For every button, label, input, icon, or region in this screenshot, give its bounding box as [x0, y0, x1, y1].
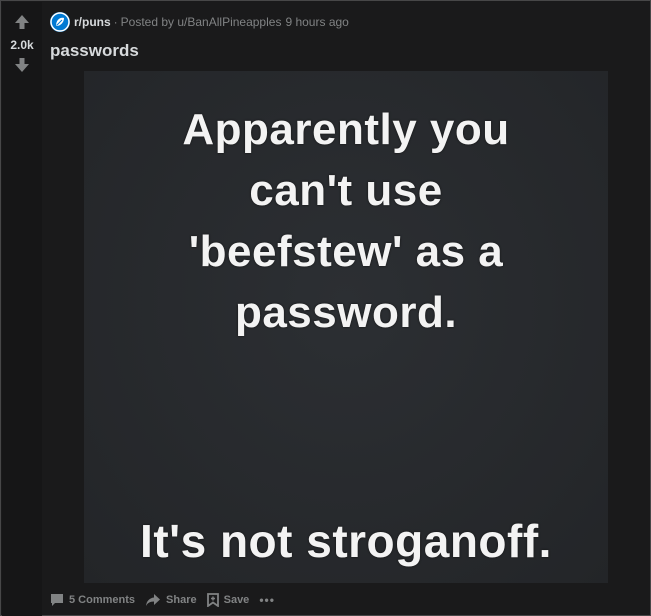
comment-icon [51, 594, 63, 606]
post-image[interactable]: Apparently you can't use 'beefstew' as a… [84, 71, 608, 583]
save-label: Save [223, 594, 250, 606]
posted-by-link[interactable]: Posted by u/BanAllPineapples [121, 15, 282, 29]
more-options-button[interactable]: ••• [259, 593, 275, 607]
meme-line: 'beefstew' as a [188, 227, 504, 276]
meta-separator: · [113, 15, 118, 29]
post-actions: 5 Comments Share Save ••• [50, 589, 285, 611]
post-content: r/puns · Posted by u/BanAllPineapples 9 … [50, 1, 650, 615]
share-icon [146, 594, 161, 606]
arrow-down-icon[interactable] [14, 57, 30, 73]
vote-count: 2.0k [10, 38, 34, 52]
meme-bottom-text: It's not stroganoff. [140, 515, 552, 567]
post-meta: r/puns · Posted by u/BanAllPineapples 9 … [50, 11, 349, 33]
meme-line: Apparently you [182, 105, 510, 154]
vote-column: 2.0k [2, 2, 42, 616]
meme-line: can't use [249, 166, 443, 215]
subreddit-icon[interactable] [50, 12, 70, 32]
comments-label: 5 Comments [69, 594, 136, 606]
more-icon: ••• [259, 593, 275, 607]
save-button[interactable]: Save [206, 593, 250, 607]
leaf-icon [50, 12, 70, 32]
arrow-up-icon[interactable] [14, 14, 30, 30]
meme-line: password. [234, 288, 458, 337]
post-card[interactable]: 2.0k r/puns · Posted by u/BanAllPineappl… [0, 0, 651, 616]
meme-top-text: Apparently you can't use 'beefstew' as a… [84, 99, 608, 343]
bookmark-icon [206, 593, 219, 607]
subreddit-link[interactable]: r/puns [74, 15, 111, 29]
posted-time[interactable]: 9 hours ago [285, 15, 348, 29]
comments-button[interactable]: 5 Comments [50, 593, 135, 607]
share-label: Share [166, 594, 197, 606]
post-title[interactable]: passwords [50, 41, 139, 61]
share-button[interactable]: Share [145, 593, 197, 607]
